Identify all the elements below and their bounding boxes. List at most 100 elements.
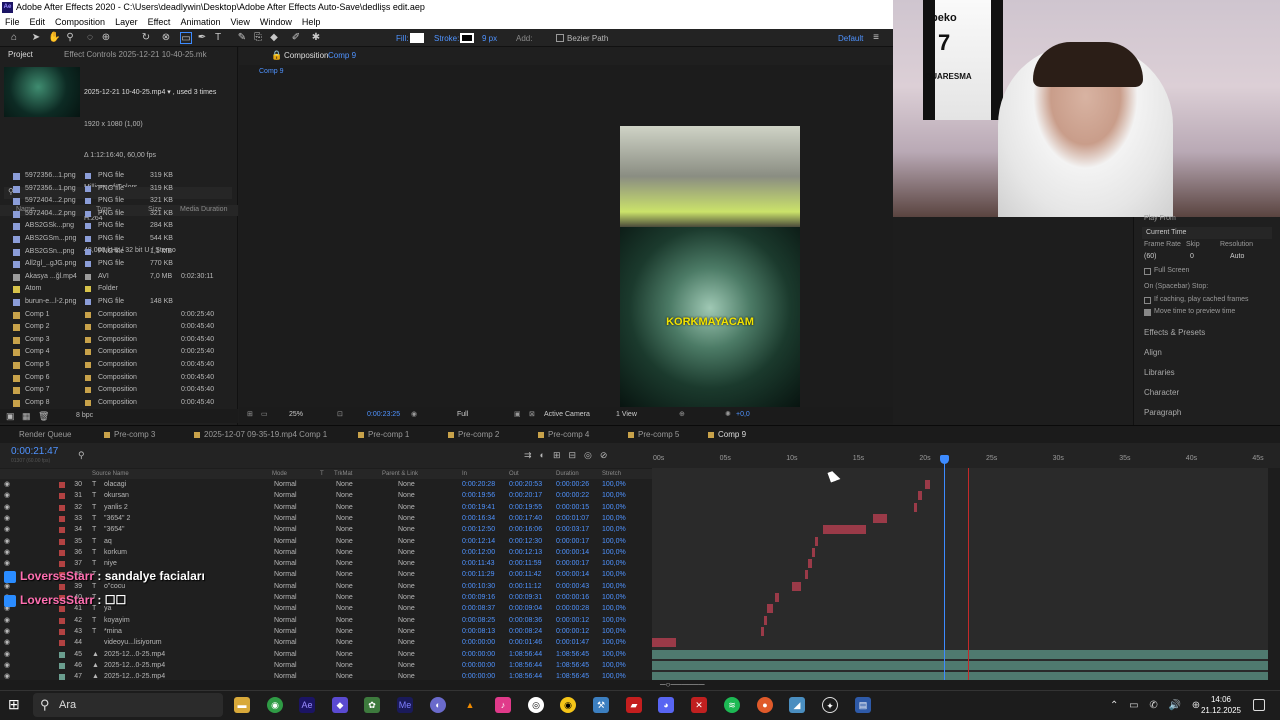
play-from-dropdown[interactable]: Current Time — [1142, 227, 1272, 239]
fill-swatch[interactable] — [410, 33, 424, 43]
new-comp-icon[interactable]: ▦ — [22, 411, 31, 422]
app-icon[interactable]: ▰ — [626, 697, 642, 713]
layer-stretch[interactable]: 100,0% — [602, 479, 626, 490]
visibility-eye-icon[interactable]: ◉ — [4, 524, 10, 535]
tab-comp-1[interactable]: 2025-12-07 09-35-19.mp4 Comp 1 — [194, 426, 327, 444]
workspace-default[interactable]: Default — [838, 34, 863, 43]
layer-in-time[interactable]: 0:00:20:28 — [462, 479, 495, 490]
layer-duration[interactable]: 0:00:00:17 — [556, 558, 589, 569]
label-color-swatch[interactable] — [85, 273, 91, 280]
resolution-dropdown-preview[interactable]: Auto — [1230, 253, 1244, 260]
layer-duration[interactable]: 0:00:01:47 — [556, 637, 589, 648]
label-color-swatch[interactable] — [85, 349, 91, 356]
layer-mode-dropdown[interactable]: Normal — [274, 615, 297, 626]
discord-icon[interactable]: ◕ — [658, 697, 674, 713]
layer-duration[interactable]: 0:00:00:15 — [556, 502, 589, 513]
project-item[interactable]: ABS2GSk...png PNG file 284 KB — [0, 220, 230, 233]
trkmat-dropdown[interactable]: None — [336, 615, 353, 626]
layer-duration[interactable]: 0:00:00:22 — [556, 490, 589, 501]
label-color-swatch[interactable] — [85, 185, 91, 192]
label-color-swatch[interactable] — [85, 261, 91, 268]
panel-align[interactable]: Align — [1144, 348, 1162, 357]
camera-icon[interactable]: ⊠ — [529, 407, 535, 423]
project-item[interactable]: Comp 5 Composition 0:00:45:40 — [0, 359, 230, 372]
panel-effects-presets[interactable]: Effects & Presets — [1144, 328, 1205, 337]
trkmat-dropdown[interactable]: None — [336, 524, 353, 535]
layer-in-time[interactable]: 0:00:11:43 — [462, 558, 495, 569]
layer-row[interactable]: ◉ 44 videoyu...lisiyorum Normal None None 0:00… — [0, 637, 652, 648]
layer-out-time[interactable]: 1:08:56:44 — [509, 649, 542, 660]
menu-window[interactable]: Window — [255, 15, 297, 29]
layer-bars-area[interactable] — [652, 468, 1268, 682]
layer-label-color[interactable] — [59, 482, 65, 488]
layer-bar[interactable] — [917, 491, 923, 501]
parent-dropdown[interactable]: None — [398, 615, 415, 626]
app-icon[interactable]: ◐ — [430, 697, 446, 713]
col-stretch[interactable]: Stretch — [602, 471, 621, 477]
label-color-swatch[interactable] — [85, 336, 91, 343]
layer-stretch[interactable]: 100,0% — [602, 649, 626, 660]
camera-dropdown[interactable]: Active Camera — [544, 407, 590, 423]
layer-label-color[interactable] — [59, 493, 65, 500]
trkmat-dropdown[interactable]: None — [336, 660, 353, 671]
transparency-icon[interactable]: ▣ — [514, 407, 521, 423]
app-icon[interactable]: ⚒ — [593, 697, 609, 713]
app-icon[interactable]: ✕ — [691, 697, 707, 713]
parent-dropdown[interactable]: None — [398, 536, 415, 547]
layer-in-time[interactable]: 0:00:00:00 — [462, 660, 495, 671]
layer-bar[interactable] — [791, 581, 802, 591]
layer-mode-dropdown[interactable]: Normal — [274, 536, 297, 547]
project-item[interactable]: Comp 6 Composition 0:00:45:40 — [0, 372, 230, 385]
trkmat-dropdown[interactable]: None — [336, 592, 353, 603]
parent-dropdown[interactable]: None — [398, 490, 415, 501]
tab-composition[interactable]: Composition — [284, 51, 328, 60]
layer-stretch[interactable]: 100,0% — [602, 558, 626, 569]
layer-out-time[interactable]: 0:00:20:17 — [509, 490, 542, 501]
tab-precomp-2[interactable]: Pre-comp 2 — [448, 426, 499, 444]
project-item[interactable]: Comp 4 Composition 0:00:25:40 — [0, 346, 230, 359]
project-item[interactable]: Comp 3 Composition 0:00:45:40 — [0, 334, 230, 347]
layer-mode-dropdown[interactable]: Normal — [274, 660, 297, 671]
bezier-checkbox[interactable] — [556, 34, 564, 42]
trkmat-dropdown[interactable]: None — [336, 671, 353, 680]
layer-in-time[interactable]: 0:00:09:16 — [462, 592, 495, 603]
layer-label-color[interactable] — [59, 640, 65, 647]
project-item[interactable]: Comp 8 Composition 0:00:45:40 — [0, 397, 230, 410]
layer-mode-dropdown[interactable]: Normal — [274, 637, 297, 648]
layer-out-time[interactable]: 0:00:01:46 — [509, 637, 542, 648]
layer-bar[interactable] — [804, 570, 808, 580]
menu-animation[interactable]: Animation — [175, 15, 225, 29]
visibility-eye-icon[interactable]: ◉ — [4, 649, 10, 660]
layer-bar[interactable] — [652, 660, 1268, 670]
label-color-swatch[interactable] — [85, 311, 91, 318]
tab-precomp-4[interactable]: Pre-comp 4 — [538, 426, 589, 444]
trkmat-dropdown[interactable]: None — [336, 547, 353, 558]
layer-mode-dropdown[interactable]: Normal — [274, 547, 297, 558]
visibility-eye-icon[interactable]: ◉ — [4, 513, 10, 524]
parent-dropdown[interactable]: None — [398, 479, 415, 490]
layer-bar[interactable] — [652, 649, 1268, 659]
selection-tool-icon[interactable]: ➤ — [30, 32, 42, 44]
layer-bar[interactable] — [814, 536, 819, 546]
layer-duration[interactable]: 0:00:00:43 — [556, 581, 589, 592]
visibility-eye-icon[interactable]: ◉ — [4, 558, 10, 569]
col-out[interactable]: Out — [509, 471, 519, 477]
layer-in-time[interactable]: 0:00:19:56 — [462, 490, 495, 501]
layer-bar[interactable] — [766, 604, 773, 614]
layer-row[interactable]: ◉ 33 T "3654" 2 Normal None None 0:00:16:34 0:00… — [0, 513, 652, 524]
layer-bar[interactable] — [808, 559, 812, 569]
project-item[interactable]: 5972404...2.png PNG file 321 KB — [0, 208, 230, 221]
resolution-dropdown[interactable]: Full — [457, 407, 468, 423]
col-trkmat[interactable]: TrkMat — [334, 471, 352, 477]
tab-precomp-3[interactable]: Pre-comp 3 — [104, 426, 155, 444]
windows-start-icon[interactable]: ⊞ — [8, 697, 22, 711]
parent-dropdown[interactable]: None — [398, 513, 415, 524]
layer-in-time[interactable]: 0:00:12:14 — [462, 536, 495, 547]
notifications-icon[interactable] — [1253, 699, 1265, 711]
layer-duration[interactable]: 0:00:00:28 — [556, 603, 589, 614]
timeline-timecode[interactable]: 0:00:21:47 — [11, 446, 58, 457]
project-item[interactable]: Atom Folder — [0, 283, 230, 296]
menu-edit[interactable]: Edit — [25, 15, 51, 29]
label-color-swatch[interactable] — [85, 362, 91, 368]
project-item[interactable]: ABS2GSn...png PNG file 1,1 MB — [0, 246, 230, 259]
